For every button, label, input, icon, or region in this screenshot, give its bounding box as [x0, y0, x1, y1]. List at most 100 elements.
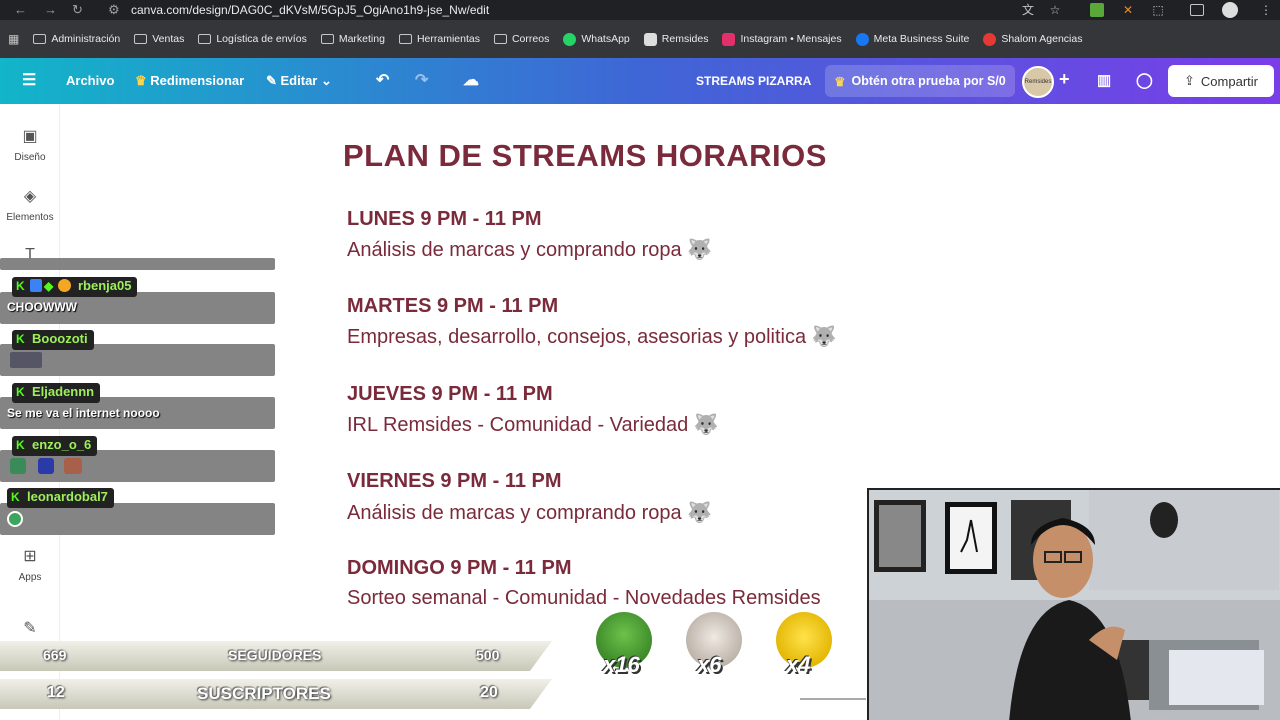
chat-emote-image	[64, 458, 82, 474]
badge-icon	[30, 279, 42, 292]
file-menu[interactable]: Archivo	[66, 73, 114, 88]
crown-icon: ♛	[135, 73, 151, 88]
bookmark-star-icon[interactable]: ☆	[1047, 2, 1063, 18]
kick-badge-icon: K	[11, 490, 20, 504]
crown-icon: ♛	[834, 74, 846, 89]
chevron-down-icon: ⌄	[317, 73, 332, 88]
comment-icon[interactable]: ◯	[1136, 71, 1153, 89]
extension-icon[interactable]	[1090, 3, 1104, 17]
document-title[interactable]: STREAMS PIZARRA	[696, 74, 811, 88]
chat-username: K Booozoti	[12, 330, 94, 350]
kick-badge-icon: K	[16, 279, 25, 293]
resize-button[interactable]: ♛ Redimensionar	[135, 73, 244, 89]
badge-icon	[58, 279, 71, 292]
schedule-day[interactable]: VIERNES 9 PM - 11 PM	[347, 470, 562, 493]
menu-dots-icon[interactable]: ⋮	[1258, 2, 1274, 18]
bookmark-item[interactable]: Shalom Agencias	[983, 32, 1082, 46]
cloud-save-icon[interactable]: ☁	[463, 70, 479, 90]
magic-icon: ✎	[23, 620, 37, 637]
edit-menu[interactable]: ✎ Editar ⌄	[266, 73, 332, 89]
folder-icon	[493, 34, 507, 44]
sidebar-item-magic[interactable]: ✎	[0, 618, 60, 644]
subscribers-count: 12	[47, 684, 65, 701]
url-text[interactable]: canva.com/design/DAG0C_dKVsM/5GpJ5_OgiAn…	[131, 3, 489, 17]
chat-username: K enzo_o_6	[12, 436, 98, 456]
page-title[interactable]: PLAN DE STREAMS HORARIOS	[343, 138, 827, 174]
redo-icon[interactable]: ↷	[415, 70, 428, 90]
chat-message: Se me va el internet noooo	[7, 406, 160, 420]
shalom-icon	[983, 32, 997, 46]
extensions-icon[interactable]: ⬚	[1150, 2, 1166, 18]
schedule-day[interactable]: DOMINGO 9 PM - 11 PM	[347, 557, 571, 580]
schedule-day[interactable]: LUNES 9 PM - 11 PM	[347, 208, 542, 231]
bookmark-item[interactable]: Marketing	[320, 33, 385, 45]
schedule-desc[interactable]: Análisis de marcas y comprando ropa 🐺	[347, 237, 712, 262]
chat-emote-image	[10, 458, 26, 474]
chat-emote-image	[10, 352, 42, 368]
schedule-desc[interactable]: Sorteo semanal - Comunidad - Novedades R…	[347, 587, 821, 610]
menu-hamburger-icon[interactable]: ☰	[22, 70, 36, 90]
scroll-indicator[interactable]	[800, 698, 866, 700]
reload-icon[interactable]: ↻	[72, 2, 83, 18]
badge-icon: ◆	[44, 279, 54, 293]
chat-bar	[0, 258, 275, 270]
subscribers-goal-bar: 12 SUSCRIPTORES 20	[0, 679, 552, 709]
chat-username: K Eljadennn	[12, 383, 101, 403]
share-button[interactable]: ⇪ Compartir	[1168, 65, 1274, 97]
translate-icon[interactable]: 文	[1020, 2, 1036, 18]
extension-icon[interactable]: ✕	[1120, 2, 1136, 18]
emote-count: x4	[786, 652, 811, 677]
webcam-feed	[867, 488, 1280, 720]
chat-message: CHOOWWW	[7, 300, 77, 314]
canva-toolbar: ☰ Archivo ♛ Redimensionar ✎ Editar ⌄ ↶ ↷…	[0, 58, 1280, 104]
webcam-scene	[869, 490, 1280, 720]
remsides-icon	[643, 32, 657, 46]
design-icon: ▣	[22, 128, 38, 145]
schedule-desc[interactable]: Análisis de marcas y comprando ropa 🐺	[347, 500, 712, 525]
folder-icon	[33, 34, 47, 44]
trial-button[interactable]: ♛ Obtén otra prueba por S/0	[825, 65, 1015, 97]
forward-icon[interactable]: →	[44, 2, 57, 17]
chat-username: K ◆ rbenja05	[12, 277, 138, 297]
bookmark-item[interactable]: Correos	[493, 33, 549, 45]
bookmark-item[interactable]: Ventas	[134, 33, 184, 45]
sidebar-item-apps[interactable]: ⊞ Apps	[0, 546, 60, 583]
followers-label: SEGUIDORES	[228, 647, 322, 663]
add-collaborator-icon[interactable]: +	[1059, 69, 1070, 90]
folder-icon	[398, 34, 412, 44]
folder-icon	[320, 34, 334, 44]
bookmark-item[interactable]: WhatsApp	[563, 32, 630, 46]
undo-icon[interactable]: ↶	[376, 70, 389, 90]
sidebar-item-design[interactable]: ▣ Diseño	[0, 126, 60, 163]
sidepanel-icon[interactable]	[1190, 4, 1204, 16]
bookmark-item[interactable]: Instagram • Mensajes	[722, 32, 842, 46]
bookmark-item[interactable]: Remsides	[643, 32, 708, 46]
profile-avatar[interactable]	[1222, 2, 1238, 18]
analytics-icon[interactable]: ▥	[1097, 71, 1111, 89]
bookmark-item[interactable]: Logística de envíos	[198, 33, 307, 45]
sidebar-item-elements[interactable]: ◈ Elementos	[0, 186, 60, 223]
schedule-day[interactable]: MARTES 9 PM - 11 PM	[347, 295, 558, 318]
bookmarks-bar: ▦ Administración Ventas Logística de env…	[0, 20, 1280, 58]
emote-count: x16	[603, 652, 640, 677]
emote-count: x6	[697, 652, 722, 677]
schedule-desc[interactable]: IRL Remsides - Comunidad - Variedad 🐺	[347, 412, 719, 437]
subscribers-label: SUSCRIPTORES	[197, 684, 331, 703]
pencil-icon: ✎	[266, 73, 281, 88]
apps-grid-icon[interactable]: ▦	[8, 32, 19, 46]
bookmark-item[interactable]: Meta Business Suite	[855, 32, 969, 46]
bookmark-item[interactable]: Administración	[33, 33, 120, 45]
chat-emote-image	[7, 511, 23, 527]
bookmark-item[interactable]: Herramientas	[398, 33, 480, 45]
back-icon[interactable]: ←	[14, 2, 27, 17]
avatar[interactable]: Remsides	[1022, 66, 1054, 98]
schedule-desc[interactable]: Empresas, desarrollo, consejos, asesoria…	[347, 324, 837, 349]
whatsapp-icon	[563, 32, 577, 46]
schedule-day[interactable]: JUEVES 9 PM - 11 PM	[347, 383, 553, 406]
site-info-icon[interactable]: ⚙	[108, 2, 120, 18]
meta-icon	[855, 32, 869, 46]
folder-icon	[198, 34, 212, 44]
elements-icon: ◈	[23, 188, 37, 205]
kick-badge-icon: K	[16, 332, 25, 346]
subscribers-goal: 20	[480, 684, 498, 701]
